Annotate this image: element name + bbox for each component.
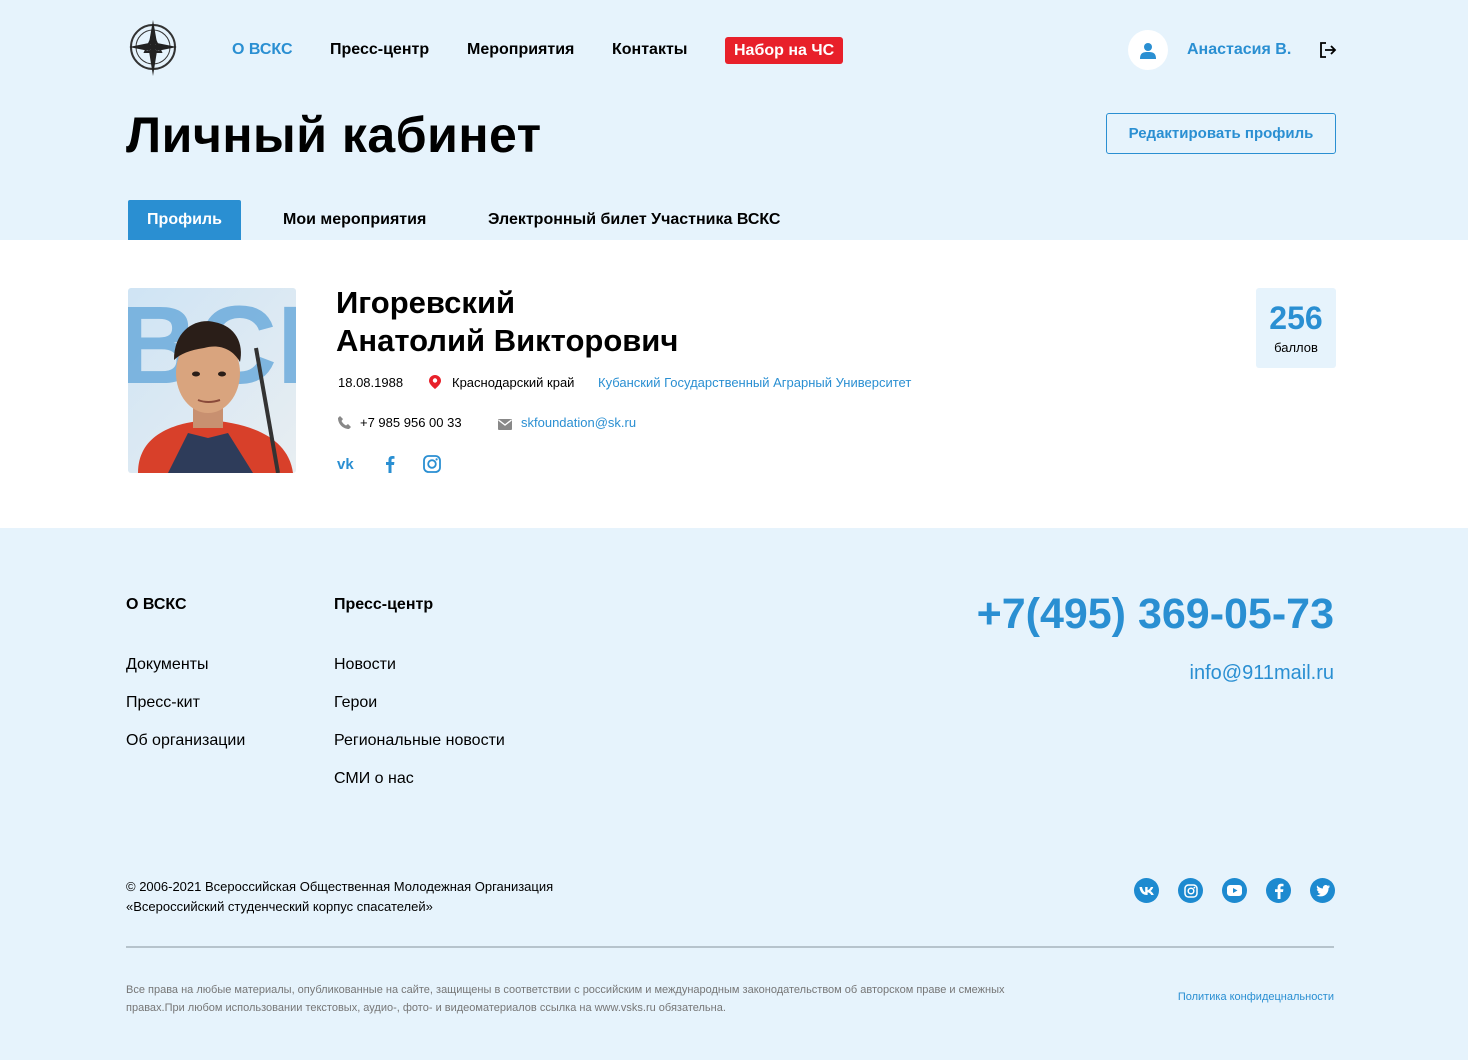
twitter-icon[interactable] [1310, 878, 1335, 903]
footer-copyright: © 2006-2021 Всероссийская Общественная М… [126, 877, 553, 917]
profile-full-name: Игоревский Анатолий Викторович [336, 284, 678, 360]
user-name-link[interactable]: Анастасия В. [1187, 41, 1291, 59]
footer-phone[interactable]: +7(495) 369-05-73 [977, 590, 1334, 639]
profile-last-name: Игоревский [336, 285, 516, 320]
footer-link-news[interactable]: Новости [334, 656, 396, 674]
facebook-icon[interactable] [1266, 878, 1291, 903]
footer-legal-text: Все права на любые материалы, опубликова… [126, 984, 1005, 1014]
instagram-icon[interactable] [421, 453, 443, 475]
user-icon [1140, 42, 1156, 59]
profile-university-link[interactable]: Кубанский Государственный Аграрный Униве… [598, 375, 911, 390]
footer-press-heading: Пресс-центр [334, 596, 434, 613]
page-title: Личный кабинет [126, 107, 542, 163]
vsks-logo[interactable] [127, 18, 179, 80]
footer-link-documents[interactable]: Документы [126, 656, 208, 674]
score-label: баллов [1274, 340, 1318, 355]
score-badge: 256 баллов [1256, 288, 1336, 368]
nav-emergency-recruit-badge[interactable]: Набор на ЧС [725, 37, 844, 64]
logout-icon[interactable] [1319, 41, 1337, 59]
profile-phone: +7 985 956 00 33 [360, 415, 462, 430]
tab-e-ticket[interactable]: Электронный билет Участника ВСКС [488, 200, 780, 240]
youtube-icon[interactable] [1222, 878, 1247, 903]
footer-link-organization[interactable]: Об организации [126, 732, 245, 750]
nav-press[interactable]: Пресс-центр [330, 41, 429, 59]
footer-link-press-kit[interactable]: Пресс-кит [126, 694, 200, 712]
footer-link-heroes[interactable]: Герои [334, 694, 377, 712]
profile-birth-date: 18.08.1988 [338, 375, 404, 390]
nav-about[interactable]: О ВСКС [232, 41, 293, 59]
footer-email[interactable]: info@911mail.ru [1190, 662, 1334, 685]
copyright-line-1: © 2006-2021 Всероссийская Общественная М… [126, 879, 554, 894]
profile-region: Краснодарский край [452, 375, 575, 390]
edit-profile-button[interactable]: Редактировать профиль [1106, 113, 1336, 154]
location-pin-icon [429, 375, 441, 394]
footer-link-regional-news[interactable]: Региональные новости [334, 732, 505, 750]
instagram-icon[interactable] [1178, 878, 1203, 903]
svg-text:vk: vk [337, 456, 354, 473]
tab-profile[interactable]: Профиль [128, 200, 241, 240]
user-avatar[interactable] [1128, 30, 1168, 70]
mail-icon [498, 417, 512, 435]
tab-my-events[interactable]: Мои мероприятия [283, 200, 426, 240]
nav-contacts[interactable]: Контакты [612, 41, 687, 59]
copyright-line-2: «Всероссийский студенческий корпус спаса… [126, 899, 433, 914]
footer-divider [126, 946, 1334, 948]
privacy-policy-link[interactable]: Политика конфидецнальности [1178, 991, 1334, 1003]
footer-link-media[interactable]: СМИ о нас [334, 770, 414, 788]
vk-icon[interactable] [1134, 878, 1159, 903]
score-value: 256 [1269, 300, 1323, 336]
profile-email-link[interactable]: skfoundation@sk.ru [521, 415, 636, 430]
profile-photo: BCK [128, 288, 296, 473]
phone-icon [338, 416, 351, 434]
facebook-icon[interactable] [379, 453, 401, 475]
footer-about-heading: О ВСКС [126, 596, 187, 613]
profile-first-middle-name: Анатолий Викторович [336, 323, 679, 358]
nav-events[interactable]: Мероприятия [467, 41, 574, 59]
vk-icon[interactable]: vk [337, 453, 359, 475]
